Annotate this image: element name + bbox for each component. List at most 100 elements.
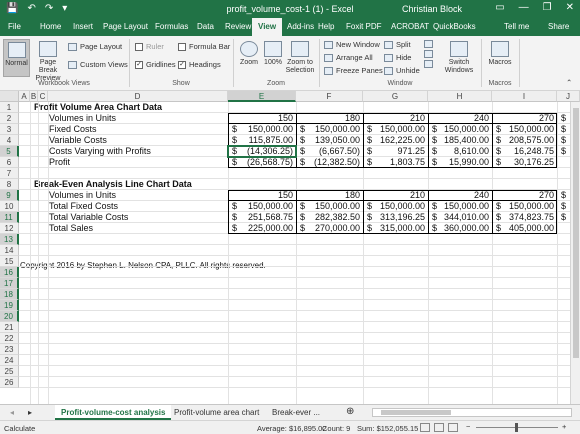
select-all-corner[interactable] bbox=[0, 91, 19, 102]
pv-cell[interactable]: (26,568.75) bbox=[228, 157, 293, 167]
vertical-scroll-thumb[interactable] bbox=[573, 108, 579, 358]
sheet-nav-next-icon[interactable]: ▸ bbox=[22, 405, 38, 420]
normal-view-button[interactable]: Normal bbox=[3, 39, 30, 77]
horizontal-scroll-thumb[interactable] bbox=[381, 410, 451, 415]
row-header-13[interactable]: 13 bbox=[0, 234, 19, 245]
row-header-3[interactable]: 3 bbox=[0, 124, 19, 135]
row-header-20[interactable]: 20 bbox=[0, 311, 19, 322]
tab-help[interactable]: Help bbox=[318, 22, 334, 31]
hide-button[interactable]: Hide bbox=[384, 53, 411, 62]
formula-bar-checkbox[interactable]: Formula Bar bbox=[178, 42, 230, 51]
tab-foxit-pdf[interactable]: Foxit PDF bbox=[346, 22, 382, 31]
pv-cell[interactable]: 270 bbox=[492, 113, 554, 123]
row-header-25[interactable]: 25 bbox=[0, 366, 19, 377]
be-cell[interactable]: 150 bbox=[228, 190, 293, 200]
normal-view-status-icon[interactable] bbox=[420, 423, 430, 432]
pv-cell[interactable]: 115,875.00 bbox=[228, 135, 293, 145]
row-header-5[interactable]: 5 bbox=[0, 146, 19, 157]
row-header-8[interactable]: 8 bbox=[0, 179, 19, 190]
page-layout-button[interactable]: Page Layout bbox=[68, 42, 122, 51]
unhide-button[interactable]: Unhide bbox=[384, 66, 420, 75]
column-header-e[interactable]: E bbox=[228, 91, 296, 102]
row-header-26[interactable]: 26 bbox=[0, 377, 19, 388]
row-header-11[interactable]: 11 bbox=[0, 212, 19, 223]
page-layout-status-icon[interactable] bbox=[434, 423, 444, 432]
be-cell[interactable]: 150,000.00 bbox=[428, 201, 489, 211]
pv-cell[interactable]: (12,382.50) bbox=[296, 157, 360, 167]
arrange-all-button[interactable]: Arrange All bbox=[324, 53, 373, 62]
page-break-preview-button[interactable]: Page Break Preview bbox=[32, 39, 64, 82]
pv-cell[interactable]: 150,000.00 bbox=[228, 124, 293, 134]
column-header-d[interactable]: D bbox=[48, 91, 228, 102]
column-header-c[interactable]: C bbox=[38, 91, 48, 102]
be-cell[interactable]: 344,010.00 bbox=[428, 212, 489, 222]
zoom-out-icon[interactable]: − bbox=[466, 422, 470, 431]
be-cell[interactable]: 180 bbox=[296, 190, 360, 200]
tab-data[interactable]: Data bbox=[197, 22, 214, 31]
row-header-2[interactable]: 2 bbox=[0, 113, 19, 124]
column-header-b[interactable]: B bbox=[30, 91, 38, 102]
ribbon-display-options-icon[interactable]: ▭ bbox=[495, 2, 504, 13]
be-cell[interactable]: 360,000.00 bbox=[428, 223, 489, 233]
row-header-21[interactable]: 21 bbox=[0, 322, 19, 333]
tab-quickbooks[interactable]: QuickBooks bbox=[433, 22, 476, 31]
tab-add-ins[interactable]: Add-ins bbox=[287, 22, 314, 31]
pv-cell[interactable]: 240 bbox=[428, 113, 489, 123]
sheet-tab-profit-volume-area-chart[interactable]: Profit-volume area chart bbox=[168, 405, 265, 420]
pv-cell[interactable]: 185,400.00 bbox=[428, 135, 489, 145]
row-header-10[interactable]: 10 bbox=[0, 201, 19, 212]
row-header-6[interactable]: 6 bbox=[0, 157, 19, 168]
column-header-g[interactable]: G bbox=[363, 91, 428, 102]
row-header-12[interactable]: 12 bbox=[0, 223, 19, 234]
macros-button[interactable]: Macros bbox=[486, 39, 514, 79]
tab-view[interactable]: View bbox=[252, 18, 283, 36]
minimize-icon[interactable]: — bbox=[519, 2, 529, 13]
column-header-i[interactable]: I bbox=[492, 91, 557, 102]
tab-acrobat[interactable]: ACROBAT bbox=[391, 22, 429, 31]
horizontal-scrollbar[interactable] bbox=[372, 408, 572, 417]
pv-cell[interactable]: 15,990.00 bbox=[428, 157, 489, 167]
zoom-in-icon[interactable]: + bbox=[562, 422, 566, 431]
pv-cell[interactable]: 208,575.00 bbox=[492, 135, 554, 145]
row-header-22[interactable]: 22 bbox=[0, 333, 19, 344]
zoom-button[interactable]: Zoom bbox=[237, 39, 261, 77]
reset-window-position-icon[interactable] bbox=[424, 60, 433, 68]
row-header-4[interactable]: 4 bbox=[0, 135, 19, 146]
row-header-24[interactable]: 24 bbox=[0, 355, 19, 366]
freeze-panes-button[interactable]: Freeze Panes ▾ bbox=[324, 66, 389, 75]
zoom-slider-thumb[interactable] bbox=[515, 423, 518, 432]
pv-cell[interactable]: 162,225.00 bbox=[363, 135, 425, 145]
be-cell[interactable]: 405,000.00 bbox=[492, 223, 554, 233]
be-cell[interactable]: 251,568.75 bbox=[228, 212, 293, 222]
be-cell[interactable]: 270 bbox=[492, 190, 554, 200]
pv-cell[interactable]: 139,050.00 bbox=[296, 135, 360, 145]
be-cell[interactable]: 240 bbox=[428, 190, 489, 200]
custom-views-button[interactable]: Custom Views bbox=[68, 60, 128, 69]
row-header-1[interactable]: 1 bbox=[0, 102, 19, 113]
gridlines-checkbox[interactable]: ✓ Gridlines bbox=[135, 60, 176, 69]
close-icon[interactable]: ✕ bbox=[566, 2, 574, 13]
zoom-to-selection-button[interactable]: Zoom to Selection bbox=[285, 39, 315, 77]
pv-cell[interactable]: 210 bbox=[363, 113, 425, 123]
tab-page-layout[interactable]: Page Layout bbox=[103, 22, 148, 31]
column-header-h[interactable]: H bbox=[428, 91, 492, 102]
tab-share[interactable]: Share bbox=[548, 22, 569, 31]
collapse-ribbon-icon[interactable]: ⌃ bbox=[566, 78, 572, 87]
be-cell[interactable]: 150,000.00 bbox=[228, 201, 293, 211]
sheet-nav-prev-icon[interactable]: ◂ bbox=[4, 405, 20, 420]
vertical-scrollbar[interactable] bbox=[570, 102, 580, 404]
column-header-j[interactable]: J bbox=[557, 91, 580, 102]
pv-cell[interactable]: 8,610.00 bbox=[428, 146, 489, 156]
pv-cell[interactable]: 150,000.00 bbox=[428, 124, 489, 134]
view-side-by-side-icon[interactable] bbox=[424, 40, 433, 48]
tab-file[interactable]: File bbox=[8, 22, 21, 31]
zoom-100-button[interactable]: 100% bbox=[262, 39, 284, 77]
be-cell[interactable]: 150,000.00 bbox=[492, 201, 554, 211]
column-header-a[interactable]: A bbox=[19, 91, 30, 102]
row-header-9[interactable]: 9 bbox=[0, 190, 19, 201]
worksheet-grid[interactable]: Profit Volume Area Chart Data Volumes in… bbox=[0, 91, 580, 404]
add-sheet-icon[interactable]: ⊕ bbox=[340, 405, 360, 420]
pv-cell[interactable]: 150,000.00 bbox=[492, 124, 554, 134]
pv-cell[interactable]: 180 bbox=[296, 113, 360, 123]
pv-cell[interactable]: 30,176.25 bbox=[492, 157, 554, 167]
